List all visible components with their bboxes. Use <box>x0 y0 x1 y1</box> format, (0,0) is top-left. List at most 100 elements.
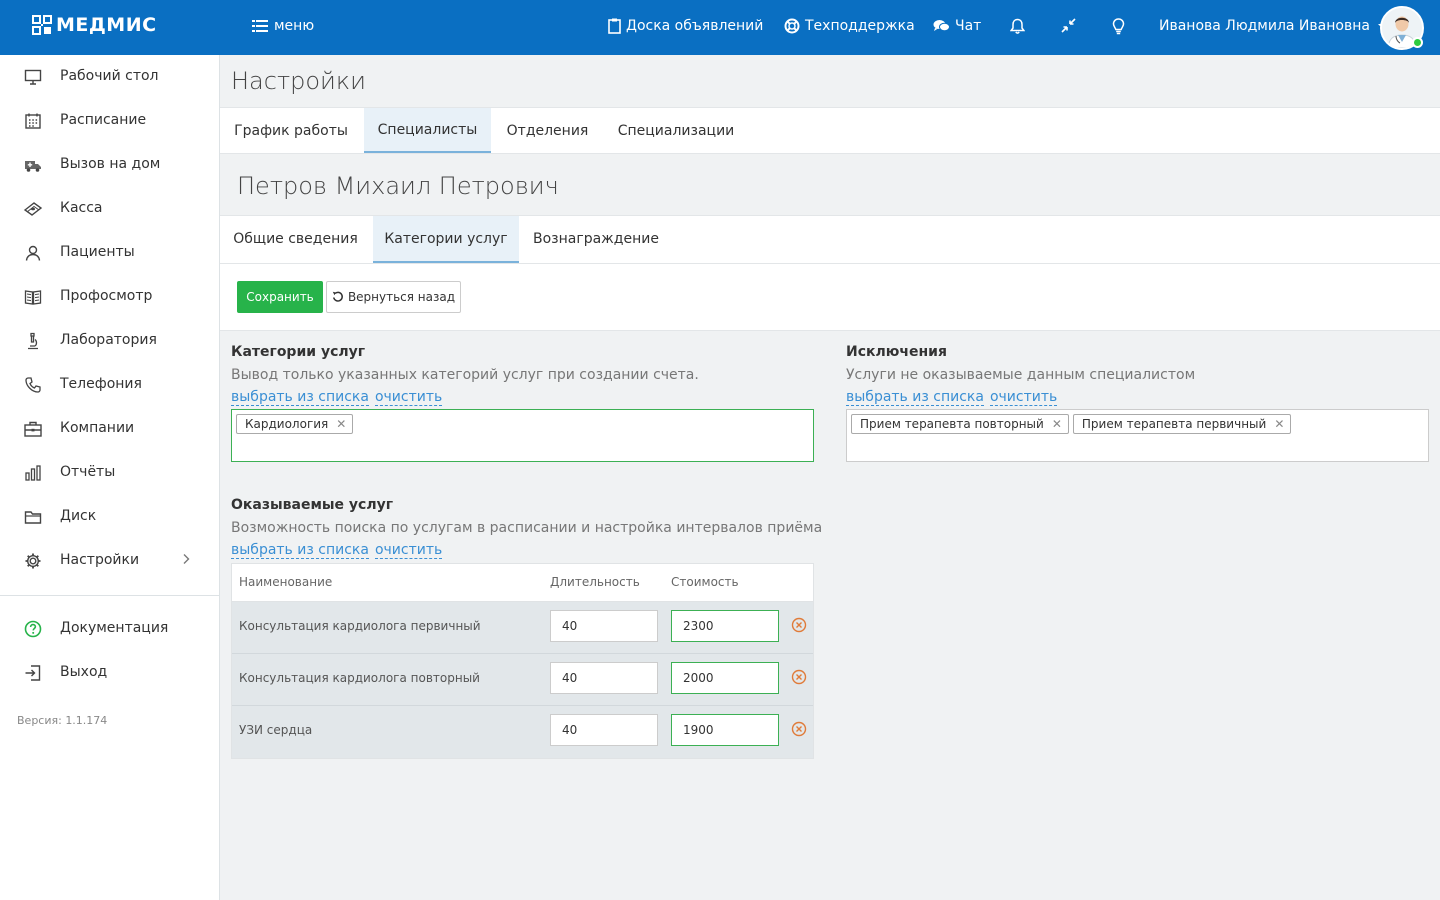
sidebar-item-home-visit[interactable]: Вызов на дом <box>0 143 219 187</box>
duration-input[interactable] <box>550 662 658 694</box>
tab-work-schedule[interactable]: График работы <box>220 108 362 153</box>
sidebar-item-companies[interactable]: Компании <box>0 407 219 451</box>
sidebar-item-cash[interactable]: Касса <box>0 187 219 231</box>
menu-button[interactable]: меню <box>252 18 314 34</box>
exclusions-tag-input[interactable]: Прием терапевта повторный ✕ Прием терапе… <box>846 409 1429 462</box>
categories-clear-link[interactable]: очистить <box>374 389 443 406</box>
book-icon <box>24 290 42 305</box>
sidebar-item-label: Компании <box>60 420 135 436</box>
services-clear-link[interactable]: очистить <box>374 542 443 559</box>
ambulance-icon <box>25 161 41 172</box>
remove-tag-icon[interactable]: ✕ <box>1052 417 1062 431</box>
tab-departments[interactable]: Отделения <box>492 108 603 153</box>
exclusions-select-link[interactable]: выбрать из списка <box>846 389 984 406</box>
sidebar-item-patients[interactable]: Пациенты <box>0 231 219 275</box>
page-title: Настройки <box>231 67 366 95</box>
remove-circle-icon[interactable] <box>791 669 807 685</box>
sidebar-item-label: Лаборатория <box>60 332 157 348</box>
tab-label: Специалисты <box>377 121 478 138</box>
undo-icon <box>332 291 343 302</box>
chevron-right-icon <box>183 554 190 564</box>
remove-circle-icon[interactable] <box>791 617 807 633</box>
chat-icon <box>933 20 950 32</box>
board-label: Доска объявлений <box>626 18 764 34</box>
cost-input[interactable] <box>671 610 779 642</box>
service-name: Консультация кардиолога первичный <box>239 619 481 633</box>
categories-description: Вывод только указанных категорий услуг п… <box>231 367 699 383</box>
sidebar-item-logout[interactable]: Выход <box>0 651 219 695</box>
tag-label: Кардиология <box>245 417 329 431</box>
microscope-icon <box>28 332 38 350</box>
sidebar-item-label: Телефония <box>60 376 142 392</box>
remove-tag-icon[interactable]: ✕ <box>336 417 346 431</box>
duration-input[interactable] <box>550 610 658 642</box>
sidebar-divider <box>0 595 219 596</box>
tag-chip: Прием терапевта повторный ✕ <box>851 414 1069 434</box>
gear-icon <box>25 553 41 569</box>
tab-remuneration[interactable]: Вознаграждение <box>521 216 671 261</box>
logo[interactable]: МЕДМИС <box>32 14 157 36</box>
table-header: Наименование Длительность Стоимость <box>232 564 813 602</box>
sidebar-item-documentation[interactable]: Документация <box>0 607 219 651</box>
cost-input[interactable] <box>671 662 779 694</box>
sidebar: Рабочий стол Расписание Вызов на дом Кас… <box>0 55 220 900</box>
specialist-name: Петров Михаил Петрович <box>237 172 559 200</box>
compress-button[interactable] <box>1061 18 1076 37</box>
sidebar-item-label: Профосмотр <box>60 288 153 304</box>
lifebuoy-icon <box>784 18 800 34</box>
board-link[interactable]: Доска объявлений <box>608 18 763 34</box>
table-row: Консультация кардиолога повторный <box>232 654 813 706</box>
tips-button[interactable] <box>1112 18 1125 39</box>
tab-general-info[interactable]: Общие сведения <box>220 216 371 261</box>
support-link[interactable]: Техподдержка <box>784 18 915 34</box>
sidebar-item-telephony[interactable]: Телефония <box>0 363 219 407</box>
categories-select-link[interactable]: выбрать из списка <box>231 389 369 406</box>
sidebar-item-laboratory[interactable]: Лаборатория <box>0 319 219 363</box>
tab-specializations[interactable]: Специализации <box>605 108 747 153</box>
folder-icon <box>24 511 42 524</box>
services-select-link[interactable]: выбрать из списка <box>231 542 369 559</box>
top-bar: МЕДМИС меню Доска объявлений Техподдержк… <box>0 0 1440 55</box>
sidebar-item-desktop[interactable]: Рабочий стол <box>0 55 219 99</box>
sidebar-item-checkup[interactable]: Профосмотр <box>0 275 219 319</box>
services-title: Оказываемые услуг <box>231 497 394 513</box>
service-name: Консультация кардиолога повторный <box>239 671 480 685</box>
exclusions-clear-link[interactable]: очистить <box>989 389 1058 406</box>
sidebar-item-label: Касса <box>60 200 103 216</box>
calendar-icon <box>25 113 41 129</box>
cost-input[interactable] <box>671 714 779 746</box>
lightbulb-icon <box>1112 18 1125 35</box>
categories-links: выбрать из списка очистить <box>231 389 443 406</box>
tab-specialists[interactable]: Специалисты <box>364 108 491 153</box>
table-row: Консультация кардиолога первичный <box>232 602 813 654</box>
logo-icon <box>32 15 52 35</box>
service-name: УЗИ сердца <box>239 723 313 737</box>
tab-label: Вознаграждение <box>533 230 659 247</box>
column-header-name: Наименование <box>239 575 333 589</box>
user-menu[interactable]: Иванова Людмила Ивановна <box>1159 18 1388 34</box>
exclusions-links: выбрать из списка очистить <box>846 389 1058 406</box>
remove-tag-icon[interactable]: ✕ <box>1274 417 1284 431</box>
sidebar-item-label: Документация <box>60 620 169 636</box>
compress-icon <box>1061 18 1076 33</box>
tab-service-categories[interactable]: Категории услуг <box>373 216 519 263</box>
chat-link[interactable]: Чат <box>933 18 981 34</box>
sidebar-item-disk[interactable]: Диск <box>0 495 219 539</box>
sidebar-item-reports[interactable]: Отчёты <box>0 451 219 495</box>
duration-input[interactable] <box>550 714 658 746</box>
categories-title: Категории услуг <box>231 344 366 360</box>
services-links: выбрать из списка очистить <box>231 542 443 559</box>
monitor-icon <box>24 69 42 85</box>
sidebar-item-schedule[interactable]: Расписание <box>0 99 219 143</box>
remove-circle-icon[interactable] <box>791 721 807 737</box>
sidebar-item-label: Рабочий стол <box>60 68 159 84</box>
tab-label: Отделения <box>506 122 589 139</box>
notifications-button[interactable] <box>1009 18 1026 39</box>
sidebar-item-label: Настройки <box>60 552 140 568</box>
back-button[interactable]: Вернуться назад <box>326 281 461 313</box>
categories-tag-input[interactable]: Кардиология ✕ <box>231 409 814 462</box>
bar-chart-icon <box>25 465 41 481</box>
sidebar-item-settings[interactable]: Настройки <box>0 539 219 583</box>
save-button[interactable]: Сохранить <box>237 281 323 313</box>
sidebar-item-label: Отчёты <box>60 464 116 480</box>
